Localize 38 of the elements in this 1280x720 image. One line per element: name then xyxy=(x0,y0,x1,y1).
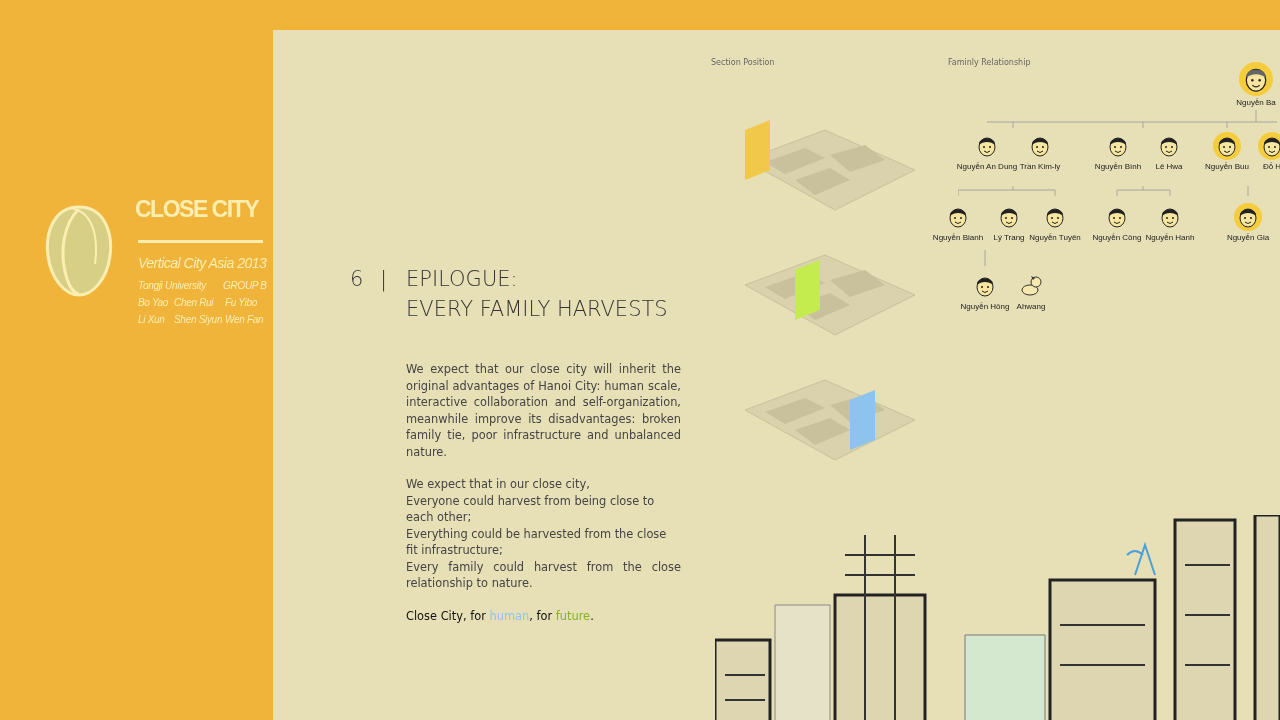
logo-title: CLOSE CITY xyxy=(135,198,258,221)
text-line: Everyone could harvest from being close to each other; xyxy=(406,492,656,526)
credit-name: Shen Siyun xyxy=(174,313,223,327)
event-subtitle: Vertical City Asia 2013 xyxy=(138,254,267,273)
credit-name: Tongji University xyxy=(138,279,206,293)
person-name: Nguyễn Buu xyxy=(1205,163,1249,171)
person-name: Ahwang xyxy=(1016,303,1046,311)
credit-name: GROUP B xyxy=(223,279,267,293)
person-name: Nguyễn An Dung xyxy=(956,163,1018,171)
person-name: Nguyễn Bình xyxy=(1094,163,1142,171)
closing-line: Close City, for human, for future. xyxy=(406,607,595,624)
seed-logo-icon xyxy=(43,204,115,298)
chapter-divider: | xyxy=(380,266,388,294)
person-name: Nguyễn Tuyên xyxy=(1029,234,1081,242)
person-name: Nguyễn Công xyxy=(1092,234,1142,242)
person-name: Nguyễn Gia xyxy=(1226,234,1270,242)
paragraph: We expect that our close city will inherit the original advantages of Hanoi City: human scale, interactive collaboration and self-organization, meanwhile improve its disadvantages: broken family tie, poor infrastructure and unbalanced nature. xyxy=(406,361,681,460)
text-line: Everything could be harvested from the close fit infrastructure; xyxy=(406,525,668,559)
person-name: Nguyễn Hanh xyxy=(1145,234,1195,242)
text-line: Every family could harvest from the close relationship to nature. xyxy=(406,558,681,592)
person-name: Nguyễn Hông xyxy=(960,303,1010,311)
credit-name: Fu Yibo xyxy=(225,296,257,310)
family-label: Faminly Relationship xyxy=(948,57,1031,69)
person-name: Nguyễn Bianh xyxy=(932,234,984,242)
person-name: Nguyễn Ba xyxy=(1236,99,1276,107)
person-name: Lê Hwa xyxy=(1155,163,1183,171)
person-name: Lý Trang xyxy=(993,234,1025,242)
credit-name: Wen Fan xyxy=(225,313,264,327)
person-name: Đỗ H xyxy=(1262,163,1280,171)
chapter-title: EVERY FAMILY HARVESTS xyxy=(406,296,668,323)
credit-name: Bo Yao xyxy=(138,296,169,310)
credit-name: Chen Rui xyxy=(174,296,214,310)
credit-name: Li Xun xyxy=(138,313,165,327)
section-label: Section Position xyxy=(711,57,775,69)
person-name: Trần Kim-ly xyxy=(1019,163,1061,171)
chapter-number: 6 xyxy=(350,266,364,293)
chapter-title: EPILOGUE: xyxy=(406,266,518,293)
text-line: We expect that in our close city, xyxy=(406,476,591,493)
